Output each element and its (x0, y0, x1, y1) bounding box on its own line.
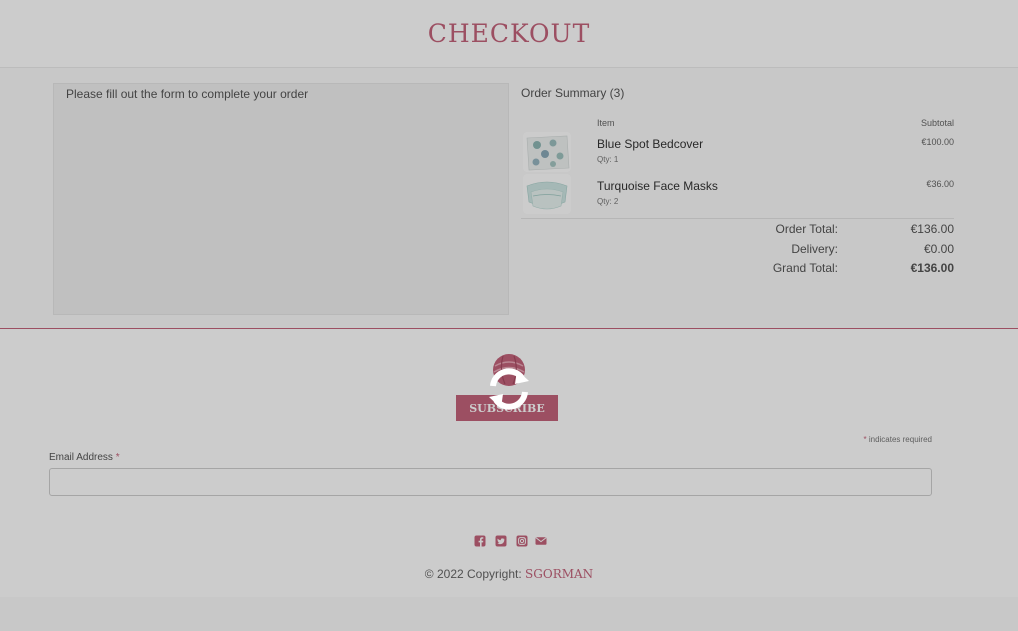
loading-overlay (0, 0, 1018, 631)
loading-spinner-icon (484, 364, 534, 414)
